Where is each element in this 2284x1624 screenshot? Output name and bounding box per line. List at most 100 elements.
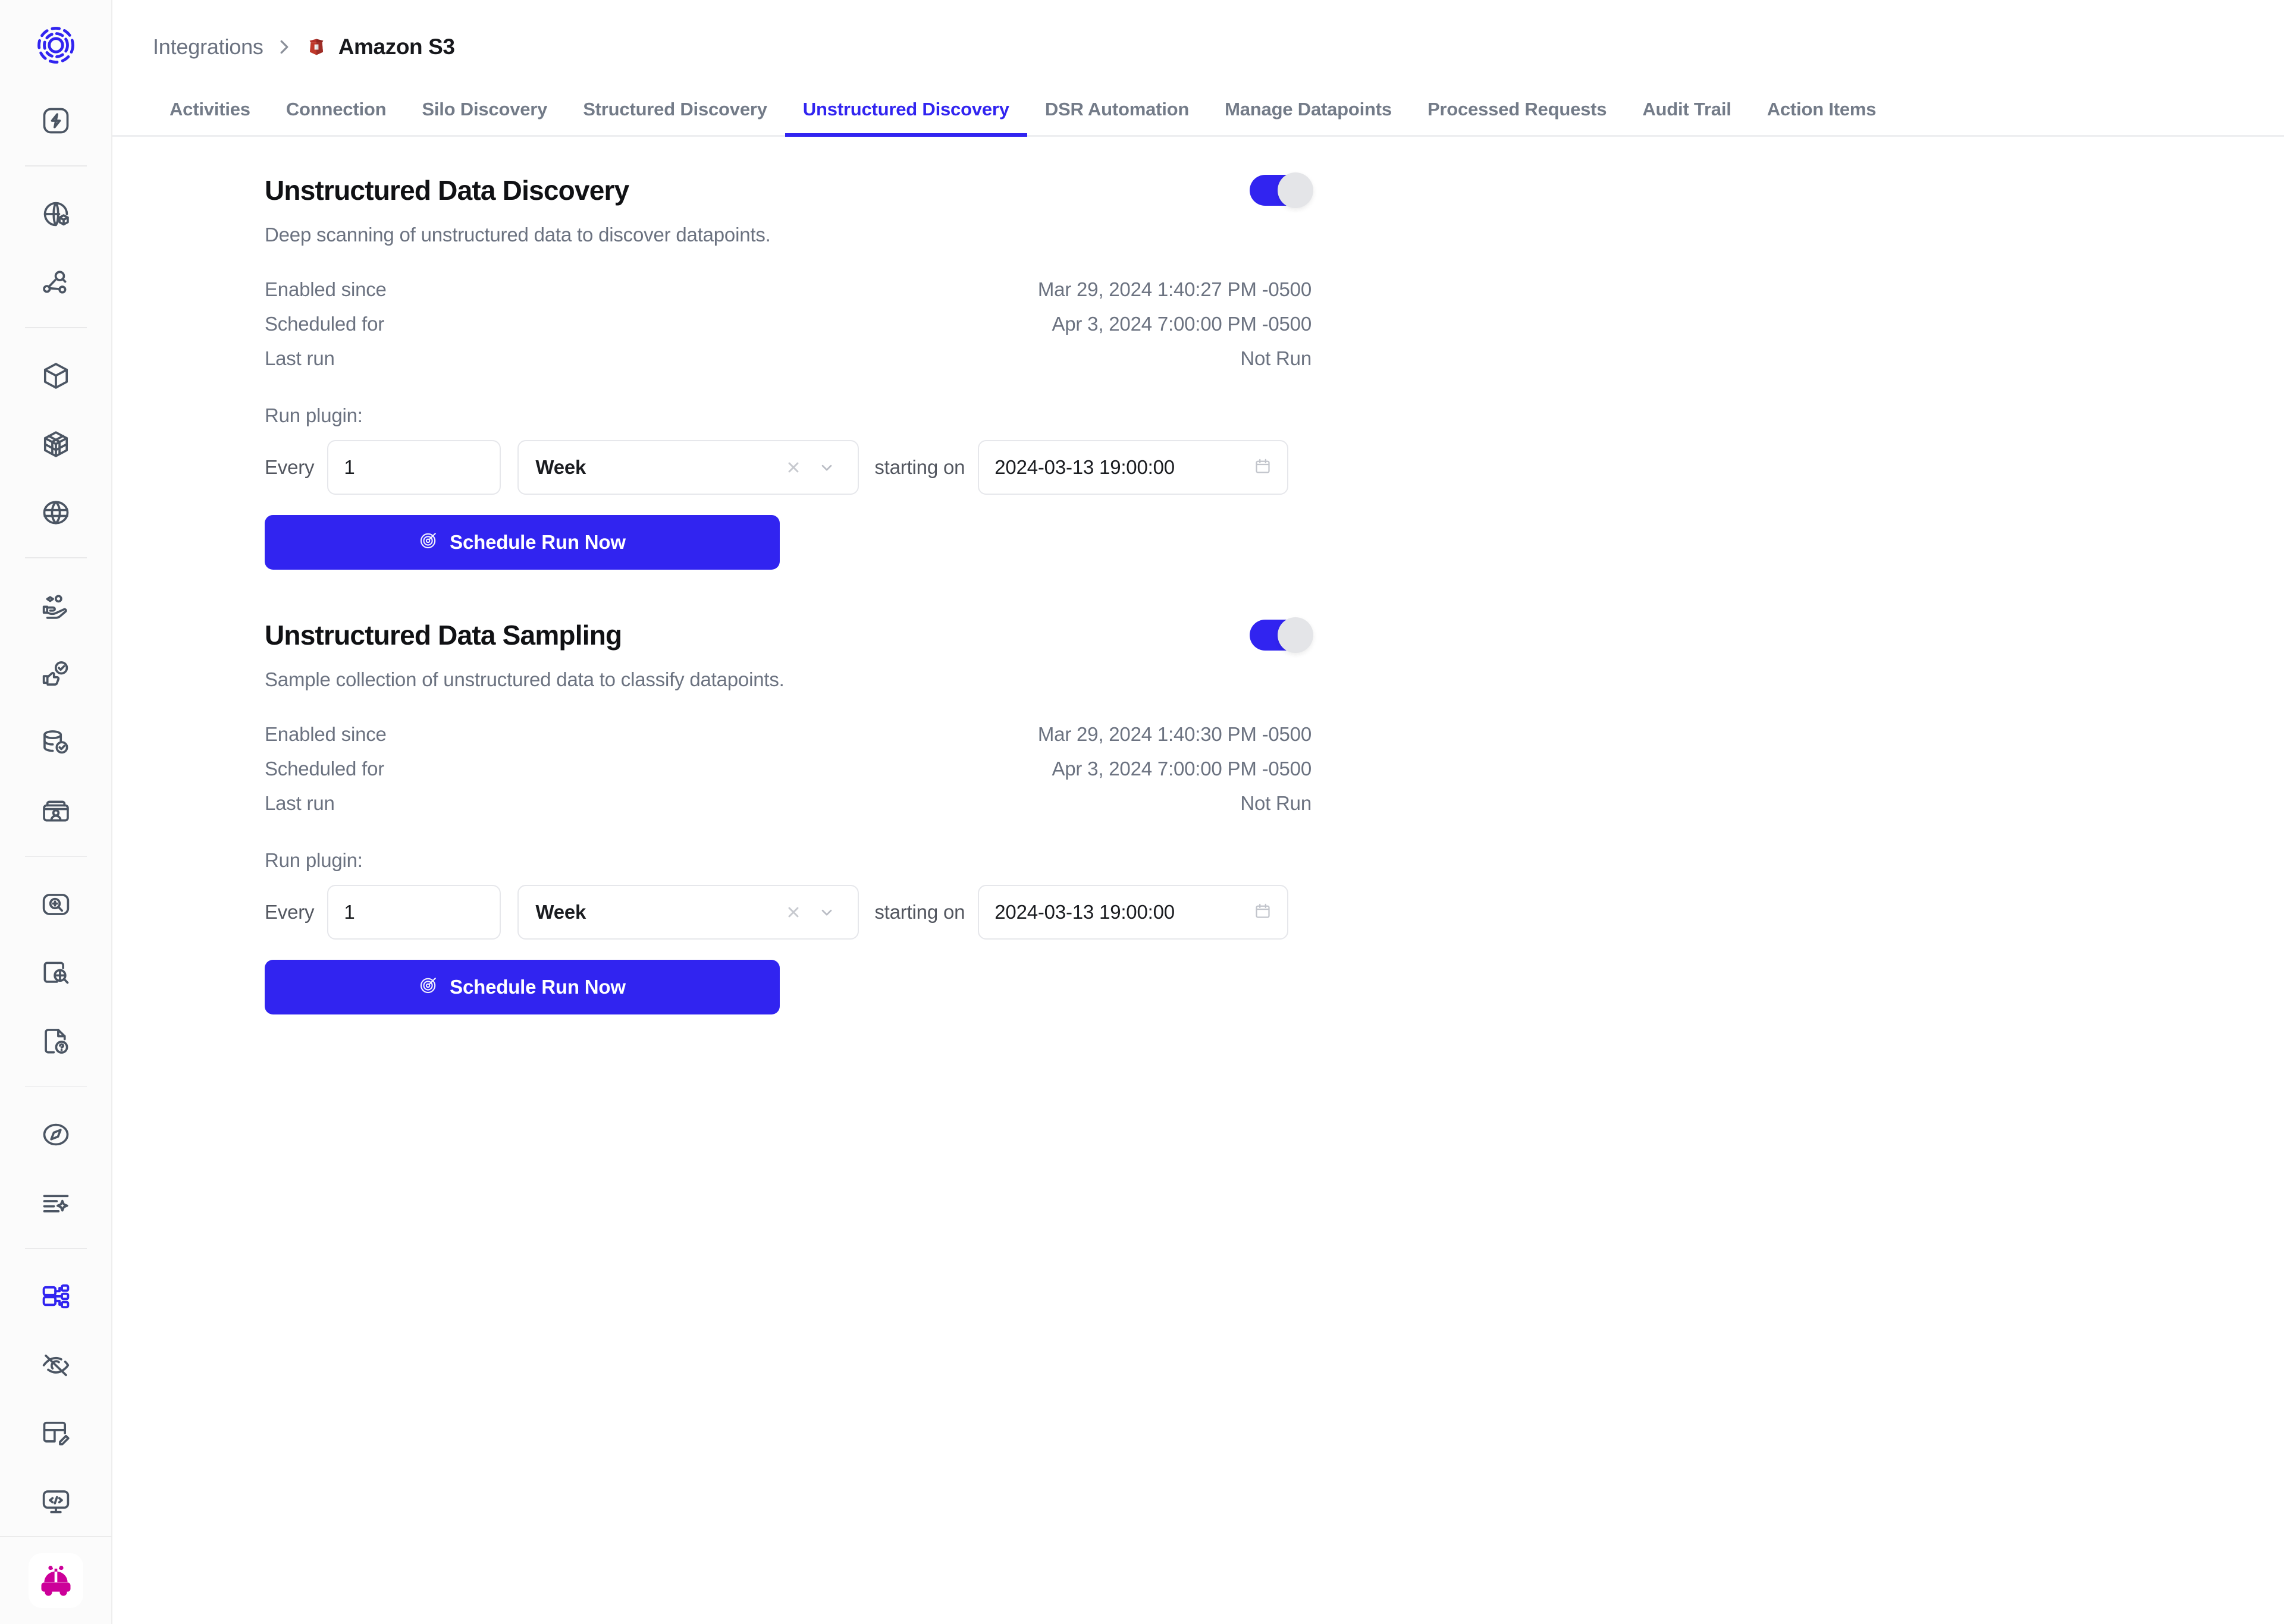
breadcrumb-current: Amazon S3	[305, 34, 455, 59]
sidebar-item-approvals[interactable]	[25, 646, 87, 702]
tab-silo-discovery[interactable]: Silo Discovery	[404, 99, 565, 137]
sidebar-item-consent[interactable]	[25, 577, 87, 634]
schedule-run-now-button[interactable]: Schedule Run Now	[265, 515, 780, 570]
discovery-logo-icon	[37, 26, 74, 64]
tab-audit-trail[interactable]: Audit Trail	[1624, 99, 1749, 137]
discovery-enable-toggle[interactable]	[1250, 172, 1313, 208]
database-check-icon	[43, 730, 68, 754]
interval-input[interactable]	[327, 440, 501, 495]
section-title: Unstructured Data Discovery	[265, 175, 629, 206]
start-date-value: 2024-03-13 19:00:00	[994, 456, 1175, 478]
interval-unit-value: Week	[535, 456, 586, 478]
tab-action-items[interactable]: Action Items	[1749, 99, 1894, 137]
database-tree-icon	[42, 1284, 69, 1309]
sidebar-item-data-discovery[interactable]	[25, 254, 87, 310]
sidebar-item-document-discovery[interactable]	[25, 944, 87, 1001]
sidebar-item-navigator[interactable]	[25, 1106, 87, 1163]
file-question-icon	[44, 1029, 68, 1054]
sidebar-item-activity[interactable]	[25, 92, 87, 149]
start-date-input[interactable]: 2024-03-13 19:00:00	[978, 440, 1289, 495]
meta-label: Enabled since	[265, 723, 387, 745]
sidebar-divider	[24, 856, 87, 857]
interval-unit-select[interactable]: Week	[517, 885, 859, 940]
start-date-input[interactable]: 2024-03-13 19:00:00	[978, 885, 1289, 940]
breadcrumb: Integrations Amazon S3	[112, 0, 2284, 59]
sidebar-item-global-view[interactable]	[25, 484, 87, 541]
meta-label: Enabled since	[265, 278, 387, 300]
sidebar-item-data-inventory[interactable]	[25, 416, 87, 472]
tab-unstructured-discovery[interactable]: Unstructured Discovery	[785, 99, 1027, 137]
target-icon	[419, 975, 439, 1000]
target-icon	[419, 530, 439, 555]
close-icon[interactable]	[777, 459, 810, 476]
tab-structured-discovery[interactable]: Structured Discovery	[565, 99, 785, 137]
every-label: Every	[265, 456, 315, 478]
interval-unit-value: Week	[535, 901, 586, 923]
document-search-icon	[43, 962, 68, 984]
chevron-down-icon[interactable]	[810, 904, 843, 921]
tab-connection[interactable]: Connection	[268, 99, 404, 137]
grid-cube-icon	[43, 431, 68, 457]
run-plugin-label: Run plugin:	[265, 849, 363, 871]
meta-value: Apr 3, 2024 7:00:00 PM -0500	[1052, 758, 1312, 780]
sidebar-item-scan[interactable]	[25, 876, 87, 932]
sidebar-item-data-map[interactable]	[25, 186, 87, 242]
lightning-bolt-icon	[43, 108, 68, 133]
sidebar-item-developer[interactable]	[25, 1474, 87, 1530]
sidebar-item-masking[interactable]	[25, 1337, 87, 1393]
unstructured-data-sampling-section: Unstructured Data Sampling Sample collec…	[265, 612, 1313, 1014]
schedule-run-now-label: Schedule Run Now	[450, 976, 626, 998]
every-label: Every	[265, 901, 315, 923]
avatar[interactable]	[28, 1553, 83, 1608]
tab-processed-requests[interactable]: Processed Requests	[1410, 99, 1624, 137]
tab-dsr-automation[interactable]: DSR Automation	[1027, 99, 1207, 137]
cube-icon	[43, 362, 68, 389]
content-area: Unstructured Data Discovery Deep scannin…	[112, 137, 2284, 1014]
meta-label: Last run	[265, 792, 335, 814]
meta-label: Scheduled for	[265, 758, 385, 780]
thumb-check-icon	[42, 661, 68, 686]
globe-package-icon	[43, 202, 69, 226]
meta-value: Not Run	[1240, 347, 1312, 369]
sidebar-item-data-sources[interactable]	[25, 714, 87, 771]
sidebar-item-integrations[interactable]	[25, 1268, 87, 1324]
compass-icon	[43, 1123, 68, 1146]
section-description: Deep scanning of unstructured data to di…	[265, 224, 771, 246]
interval-unit-select[interactable]: Week	[517, 440, 859, 495]
schedule-row: Every Week starting on	[265, 885, 1312, 940]
close-icon[interactable]	[777, 904, 810, 921]
sidebar-item-ai-assist[interactable]	[25, 1175, 87, 1232]
tab-activities[interactable]: Activities	[152, 99, 268, 137]
sidebar-item-templates[interactable]	[25, 1405, 87, 1462]
meta-value: Mar 29, 2024 1:40:30 PM -0500	[1037, 723, 1312, 745]
meta-row-enabled-since: Enabled since Mar 29, 2024 1:40:27 PM -0…	[265, 272, 1312, 307]
sampling-enable-toggle[interactable]	[1250, 617, 1313, 653]
calendar-icon[interactable]	[1254, 902, 1272, 923]
calendar-icon[interactable]	[1254, 457, 1272, 478]
chevron-down-icon[interactable]	[810, 459, 843, 476]
meta-value: Not Run	[1240, 792, 1312, 814]
meta-value: Apr 3, 2024 7:00:00 PM -0500	[1052, 313, 1312, 335]
section-meta: Enabled since Mar 29, 2024 1:40:30 PM -0…	[265, 717, 1312, 821]
run-plugin-label: Run plugin:	[265, 404, 363, 426]
sidebar-item-identities[interactable]	[25, 783, 87, 839]
code-monitor-icon	[42, 1490, 69, 1513]
schedule-run-now-button[interactable]: Schedule Run Now	[265, 960, 780, 1014]
toggle-knob	[1278, 617, 1313, 653]
sidebar-item-assets[interactable]	[25, 347, 87, 404]
meta-row-scheduled-for: Scheduled for Apr 3, 2024 7:00:00 PM -05…	[265, 752, 1312, 786]
breadcrumb-integrations[interactable]: Integrations	[153, 34, 263, 59]
sidebar-divider	[24, 165, 87, 167]
eye-off-icon	[42, 1355, 69, 1377]
app-logo[interactable]	[25, 17, 87, 73]
schedule-row: Every Week starting on	[265, 440, 1312, 495]
meta-row-scheduled-for: Scheduled for Apr 3, 2024 7:00:00 PM -05…	[265, 307, 1312, 341]
interval-input[interactable]	[327, 885, 501, 940]
layout-edit-icon	[43, 1422, 70, 1446]
id-card-icon	[42, 800, 69, 822]
sidebar-item-requests[interactable]	[25, 1013, 87, 1070]
schedule-run-now-label: Schedule Run Now	[450, 531, 626, 553]
tab-manage-datapoints[interactable]: Manage Datapoints	[1207, 99, 1410, 137]
section-header: Unstructured Data Discovery	[265, 168, 1313, 213]
